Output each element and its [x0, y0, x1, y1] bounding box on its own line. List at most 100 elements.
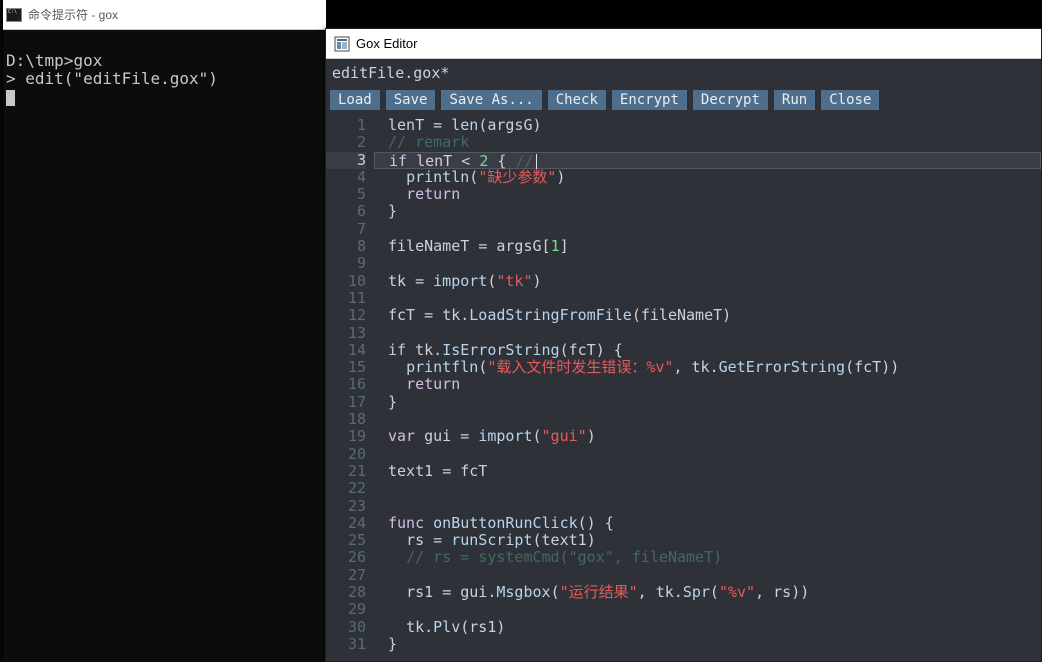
- token-pun: ): [496, 618, 505, 636]
- code-line[interactable]: [374, 290, 1041, 307]
- code-line[interactable]: func onButtonRunClick() {: [374, 515, 1041, 532]
- token-id: rs1: [469, 618, 496, 636]
- token-id: fcT: [388, 306, 424, 324]
- token-id: fileNameT: [641, 306, 722, 324]
- code-line[interactable]: }: [374, 394, 1041, 411]
- token-op: =: [433, 117, 451, 134]
- token-pun: (: [533, 427, 542, 445]
- line-number: 5: [326, 186, 366, 203]
- save-button[interactable]: Save: [386, 90, 436, 110]
- code-line[interactable]: [374, 567, 1041, 584]
- code-line[interactable]: lenT = len(argsG): [374, 117, 1041, 134]
- token-pun: ): [556, 168, 565, 186]
- token-id: tk: [406, 618, 424, 636]
- line-number: 29: [326, 601, 366, 618]
- token-pun: ): [722, 306, 731, 324]
- token-kw: if: [389, 152, 407, 170]
- code-line[interactable]: tk.Plv(rs1): [374, 619, 1041, 636]
- code-line[interactable]: [374, 221, 1041, 238]
- code-line[interactable]: }: [374, 636, 1041, 653]
- line-number: 27: [326, 567, 366, 584]
- token-pun: ): [533, 272, 542, 290]
- line-number: 17: [326, 394, 366, 411]
- token-pun: (: [478, 117, 487, 134]
- text-caret: [536, 154, 537, 169]
- editor-titlebar[interactable]: Gox Editor: [326, 29, 1041, 59]
- close-button[interactable]: Close: [821, 90, 879, 110]
- terminal-body[interactable]: D:\tmp>gox > edit("editFile.gox"): [0, 30, 326, 110]
- line-number: 25: [326, 532, 366, 549]
- code-line[interactable]: var gui = import("gui"): [374, 428, 1041, 445]
- token-pun: ]: [560, 237, 569, 255]
- code-line[interactable]: [374, 255, 1041, 272]
- line-number: 19: [326, 428, 366, 445]
- token-pad: [388, 583, 406, 601]
- code-line[interactable]: // rs = systemCmd("gox", fileNameT): [374, 549, 1041, 566]
- code-line[interactable]: rs = runScript(text1): [374, 532, 1041, 549]
- code-line[interactable]: [374, 446, 1041, 463]
- token-fn: IsErrorString: [442, 341, 559, 359]
- line-number: 9: [326, 255, 366, 272]
- code-line[interactable]: if tk.IsErrorString(fcT) {: [374, 342, 1041, 359]
- code-line[interactable]: tk = import("tk"): [374, 273, 1041, 290]
- token-pun: ): [587, 427, 596, 445]
- token-str: "tk": [496, 272, 532, 290]
- token-fn: GetErrorString: [719, 358, 845, 376]
- term-prompt: D:\tmp>: [6, 51, 73, 70]
- token-fn: import: [478, 427, 532, 445]
- code-line[interactable]: fileNameT = argsG[1]: [374, 238, 1041, 255]
- token-kw: if: [388, 341, 406, 359]
- check-button[interactable]: Check: [548, 90, 606, 110]
- token-pun: (: [845, 358, 854, 376]
- token-pun: }: [388, 635, 397, 653]
- load-button[interactable]: Load: [330, 90, 380, 110]
- token-pun: (: [469, 168, 478, 186]
- toolbar: Load Save Save As... Check Encrypt Decry…: [326, 87, 1041, 117]
- token-str: "运行结果": [560, 583, 638, 601]
- token-id: tk: [692, 358, 710, 376]
- token-id: argsG: [496, 237, 541, 255]
- token-pun: [: [542, 237, 551, 255]
- token-id: gui: [415, 427, 460, 445]
- token-pad: [388, 358, 406, 376]
- token-kw: var: [388, 427, 415, 445]
- decrypt-button[interactable]: Decrypt: [693, 90, 768, 110]
- code-line[interactable]: [374, 601, 1041, 618]
- terminal-titlebar[interactable]: 命令提示符 - gox: [0, 0, 326, 30]
- token-pun: () {: [578, 514, 614, 532]
- line-number: 10: [326, 273, 366, 290]
- token-pun: ,: [638, 583, 656, 601]
- code-line[interactable]: [374, 325, 1041, 342]
- code-line[interactable]: println("缺少参数"): [374, 169, 1041, 186]
- token-kw: return: [406, 375, 460, 393]
- line-number: 22: [326, 480, 366, 497]
- code-line[interactable]: [374, 498, 1041, 515]
- token-id: fcT: [854, 358, 881, 376]
- code-line[interactable]: [374, 480, 1041, 497]
- token-fn: Spr: [683, 583, 710, 601]
- code-line[interactable]: return: [374, 186, 1041, 203]
- code-area[interactable]: lenT = len(argsG)// remarkif lenT < 2 { …: [374, 117, 1041, 661]
- token-id: tk: [388, 272, 415, 290]
- encrypt-button[interactable]: Encrypt: [612, 90, 687, 110]
- run-button[interactable]: Run: [774, 90, 815, 110]
- line-number: 3: [326, 152, 366, 169]
- token-cmt: // remark: [388, 133, 469, 151]
- code-line[interactable]: if lenT < 2 { //: [374, 152, 1041, 169]
- line-number: 23: [326, 498, 366, 515]
- token-kw: return: [406, 185, 460, 203]
- code-line[interactable]: rs1 = gui.Msgbox("运行结果", tk.Spr("%v", rs…: [374, 584, 1041, 601]
- code-line[interactable]: // remark: [374, 134, 1041, 151]
- code-line[interactable]: printfln("载入文件时发生错误：%v", tk.GetErrorStri…: [374, 359, 1041, 376]
- save-as-button[interactable]: Save As...: [441, 90, 541, 110]
- code-line[interactable]: [374, 411, 1041, 428]
- token-op: =: [442, 462, 460, 480]
- code-line[interactable]: }: [374, 203, 1041, 220]
- code-line[interactable]: return: [374, 376, 1041, 393]
- code-line[interactable]: text1 = fcT: [374, 463, 1041, 480]
- editor-body[interactable]: 1234567891011121314151617181920212223242…: [326, 117, 1041, 661]
- code-line[interactable]: fcT = tk.LoadStringFromFile(fileNameT): [374, 307, 1041, 324]
- token-fn: println: [406, 168, 469, 186]
- token-num: 2: [479, 152, 488, 170]
- line-number: 1: [326, 117, 366, 134]
